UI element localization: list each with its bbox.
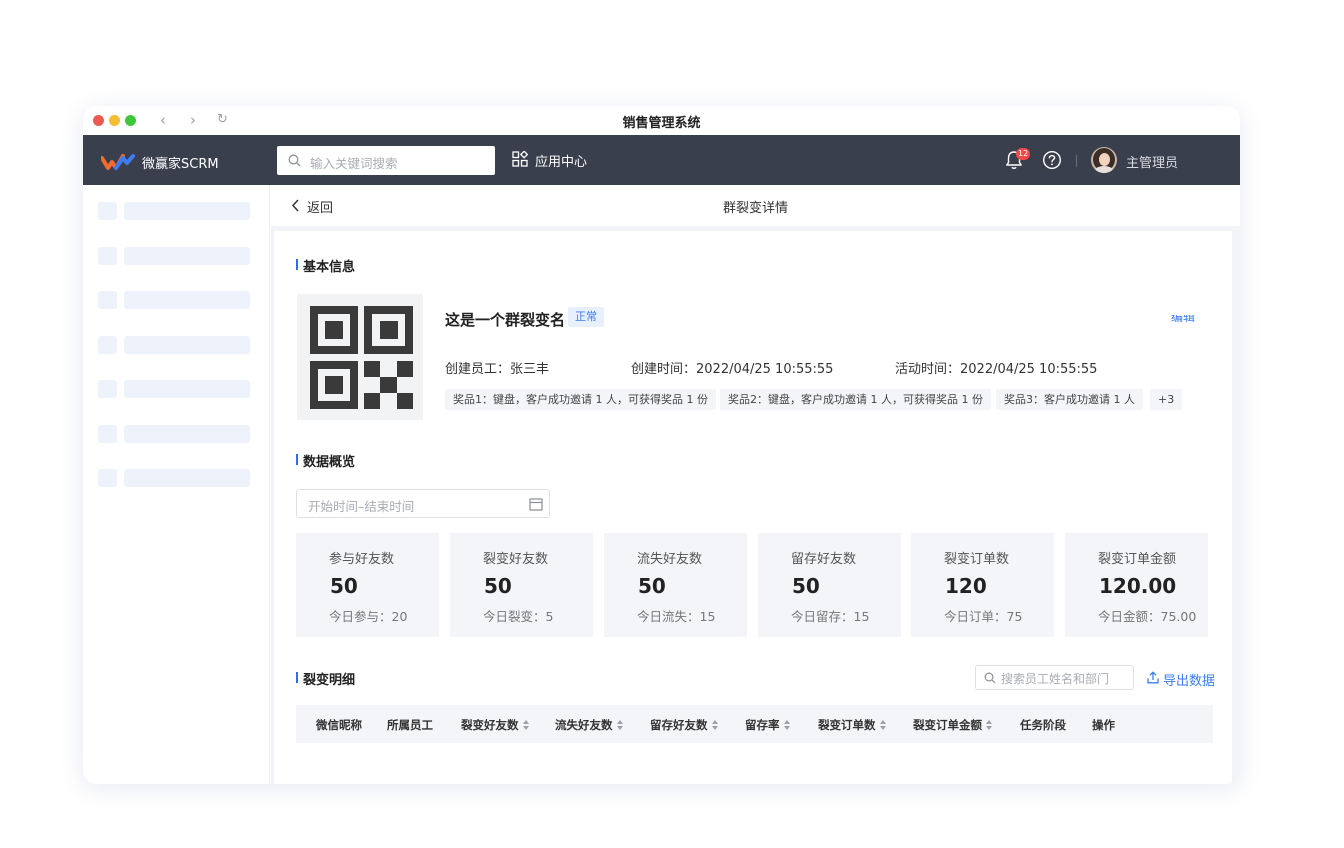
global-search-input[interactable]: 输入关键词搜索 — [277, 146, 495, 175]
stat-sub: 今日流失：15 — [637, 609, 716, 624]
stat-value: 120.00 — [1099, 574, 1177, 598]
prize-tag: 奖品2：键盘，客户成功邀请 1 人，可获得奖品 1 份 — [720, 389, 991, 410]
activity-name: 这是一个群裂变名 — [445, 311, 566, 329]
sidebar-skeleton — [83, 185, 270, 784]
sort-icon[interactable] — [879, 720, 887, 731]
column-retention-rate[interactable]: 留存率 — [745, 717, 791, 733]
stat-card-fission-friends: 裂变好友数 50 今日裂变：5 — [450, 533, 593, 637]
column-fission-friends[interactable]: 裂变好友数 — [461, 717, 530, 733]
stat-label: 流失好友数 — [637, 552, 703, 567]
column-wechat-nickname: 微信昵称 — [316, 718, 362, 732]
stat-card-retained-friends: 留存好友数 50 今日留存：15 — [758, 533, 901, 637]
stat-card-order-amount: 裂变订单金额 120.00 今日金额：75.00 — [1065, 533, 1208, 637]
stat-label: 裂变订单金额 — [1098, 552, 1177, 567]
sort-icon[interactable] — [783, 720, 791, 731]
header-divider — [1076, 155, 1077, 167]
more-prizes-tag[interactable]: +3 — [1150, 389, 1183, 410]
stat-sub: 今日参与：20 — [329, 609, 408, 624]
table-header: 微信昵称 所属员工 裂变好友数 流失好友数 留存好友数 留存率 裂变订单数 裂变… — [296, 705, 1213, 743]
stat-sub: 今日留存：15 — [791, 609, 870, 624]
stat-sub: 今日裂变：5 — [483, 609, 554, 624]
sort-icon[interactable] — [711, 720, 719, 731]
user-name[interactable]: 主管理员 — [1126, 152, 1178, 171]
search-placeholder: 输入关键词搜索 — [310, 156, 398, 171]
app-grid-icon — [512, 151, 528, 167]
top-navigation-bar: 微赢家SCRM 输入关键词搜索 应用中心 12 主管理员 — [83, 135, 1240, 185]
stat-value: 120 — [945, 574, 987, 598]
date-range-picker[interactable]: 开始时间–结束时间 — [296, 489, 550, 518]
sort-icon[interactable] — [522, 720, 530, 731]
creator-info: 创建员工：张三丰 — [445, 362, 550, 377]
page-title: 群裂变详情 — [722, 201, 788, 216]
employee-search-placeholder: 搜索员工姓名和部门 — [1001, 672, 1110, 686]
search-icon — [984, 672, 996, 684]
qr-code-image[interactable] — [297, 294, 423, 420]
section-title-overview: 数据概览 — [296, 451, 355, 470]
stat-card-lost-friends: 流失好友数 50 今日流失：15 — [604, 533, 747, 637]
prize-tag: 奖品1：键盘，客户成功邀请 1 人，可获得奖品 1 份 — [445, 389, 716, 410]
help-icon[interactable] — [1042, 150, 1062, 170]
detail-card: 基本信息 这是一个群裂变名 正常 编辑 创建员工：张三丰 创建时间：2022/0… — [274, 231, 1232, 784]
column-employee: 所属员工 — [387, 718, 433, 732]
search-icon — [288, 154, 301, 167]
stat-value: 50 — [330, 574, 358, 598]
calendar-icon — [529, 498, 543, 511]
created-time: 创建时间：2022/04/25 10:55:55 — [631, 362, 834, 377]
stat-card-participants: 参与好友数 50 今日参与：20 — [296, 533, 439, 637]
date-range-placeholder: 开始时间–结束时间 — [308, 499, 415, 514]
stat-label: 裂变订单数 — [944, 552, 1010, 567]
status-badge: 正常 — [568, 307, 604, 327]
column-task-stage: 任务阶段 — [1020, 718, 1066, 732]
stat-value: 50 — [638, 574, 666, 598]
app-center-label: 应用中心 — [535, 155, 588, 170]
prize-tag: 奖品3：客户成功邀请 1 人 — [996, 389, 1143, 410]
stat-card-orders: 裂变订单数 120 今日订单：75 — [911, 533, 1054, 637]
stat-label: 裂变好友数 — [483, 552, 549, 567]
employee-search-input[interactable]: 搜索员工姓名和部门 — [975, 665, 1134, 690]
notification-badge: 12 — [1016, 148, 1031, 160]
sort-icon[interactable] — [986, 720, 993, 731]
column-order-amount[interactable]: 裂变订单金额 — [913, 717, 993, 733]
main-content: 返回 群裂变详情 基本信息 这是一个群裂变名 正常 编辑 创建员工：张三丰 创建… — [271, 185, 1240, 784]
brand-name: 微赢家SCRM — [142, 157, 219, 172]
page-header: 返回 群裂变详情 — [271, 185, 1240, 226]
column-retained-friends[interactable]: 留存好友数 — [650, 717, 719, 733]
window-title: 销售管理系统 — [622, 116, 701, 131]
stat-label: 参与好友数 — [329, 552, 395, 567]
edit-label: 编辑 — [1171, 315, 1196, 324]
edit-button[interactable]: 编辑 — [1171, 315, 1215, 327]
stat-sub: 今日订单：75 — [944, 609, 1023, 624]
title-bar: ‹ › ↻ 销售管理系统 — [83, 106, 1240, 135]
user-avatar[interactable] — [1091, 147, 1117, 173]
sort-icon[interactable] — [616, 720, 624, 731]
browser-window: ‹ › ↻ 销售管理系统 微赢家SCRM 输入关键词搜索 应用中心 12 主管理… — [83, 106, 1240, 784]
column-orders[interactable]: 裂变订单数 — [818, 717, 887, 733]
section-title-detail: 裂变明细 — [296, 669, 355, 688]
stat-sub: 今日金额：75.00 — [1098, 609, 1197, 624]
export-label: 导出数据 — [1163, 674, 1216, 689]
brand-logo-icon — [101, 154, 135, 170]
export-icon — [1147, 671, 1159, 684]
section-title-basic: 基本信息 — [296, 256, 355, 275]
column-actions: 操作 — [1092, 718, 1115, 732]
stat-value: 50 — [792, 574, 820, 598]
activity-time: 活动时间：2022/04/25 10:55:55 — [895, 362, 1098, 377]
stat-value: 50 — [484, 574, 512, 598]
stat-label: 留存好友数 — [791, 552, 857, 567]
column-lost-friends[interactable]: 流失好友数 — [555, 717, 624, 733]
